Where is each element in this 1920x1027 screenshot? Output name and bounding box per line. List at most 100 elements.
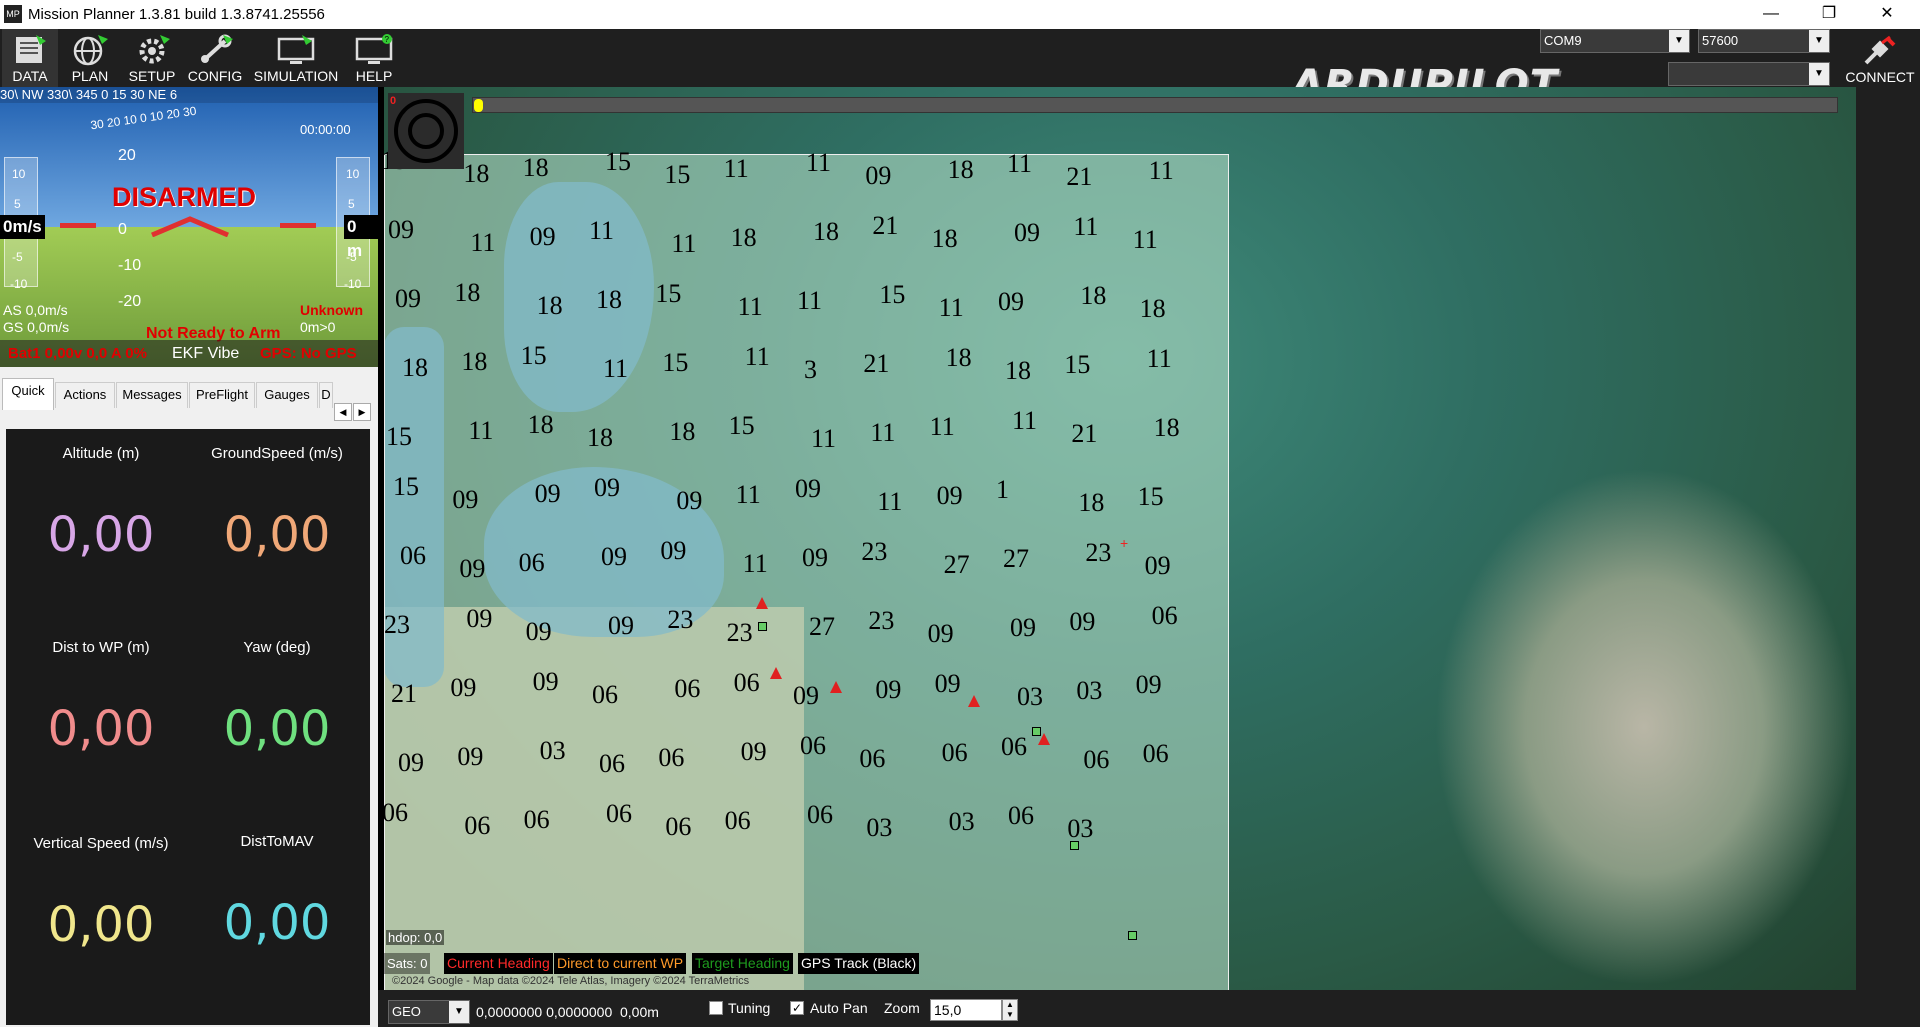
waypoint-marker[interactable] — [756, 597, 768, 609]
target-marker[interactable] — [1128, 931, 1137, 940]
depth-label: 18 — [536, 291, 563, 320]
depth-label: 23 — [667, 605, 694, 634]
coord-mode-value: GEO — [392, 1004, 421, 1019]
minimize-button[interactable]: — — [1742, 0, 1800, 29]
chevron-down-icon: ▼ — [1809, 30, 1829, 52]
depth-label: 21 — [872, 211, 899, 240]
port-value: COM9 — [1544, 33, 1582, 48]
compass-widget — [388, 93, 464, 169]
help-button[interactable]: ? HELP — [346, 29, 402, 87]
depth-label: 09 — [466, 604, 493, 633]
tab-quick[interactable]: Quick — [2, 378, 54, 410]
depth-label: 11 — [742, 549, 768, 578]
depth-label: 11 — [811, 424, 837, 453]
map-time-slider-knob[interactable] — [474, 99, 483, 112]
plan-button[interactable]: PLAN — [60, 29, 120, 87]
tab-more[interactable]: D — [319, 382, 333, 408]
depth-label: 11 — [671, 229, 697, 258]
tab-actions[interactable]: Actions — [55, 382, 115, 408]
depth-label: 18 — [1005, 356, 1031, 385]
setup-button[interactable]: SETUP — [122, 29, 182, 87]
setup-label: SETUP — [128, 68, 176, 84]
waypoint-marker[interactable] — [968, 695, 980, 707]
legend-direct-to-wp: Direct to current WP — [554, 953, 687, 974]
restore-button[interactable]: ❐ — [1800, 0, 1858, 29]
map-copyright: ©2024 Google - Map data ©2024 Tele Atlas… — [392, 975, 750, 987]
depth-label: 06 — [523, 805, 550, 834]
data-button[interactable]: DATA — [2, 29, 58, 87]
port-select[interactable]: COM9 ▼ — [1540, 29, 1690, 53]
coord-mode-select[interactable]: GEO ▼ — [388, 1000, 470, 1024]
depth-label: 23 — [384, 610, 410, 639]
altitude-value[interactable]: 0,00 — [10, 507, 192, 563]
waypoint-marker[interactable] — [770, 667, 782, 679]
depth-label: 09 — [532, 667, 559, 696]
ekf-vibe-text[interactable]: EKF Vibe — [172, 345, 239, 363]
target-marker[interactable] — [1032, 727, 1041, 736]
depth-label: 09 — [927, 619, 954, 648]
speed-tape-minus10: -10 — [10, 277, 28, 291]
autopan-checkbox[interactable]: ✓ — [790, 1001, 804, 1015]
connect-button[interactable]: CONNECT — [1840, 33, 1920, 87]
depth-label: 11 — [735, 480, 761, 509]
altitude-label: Altitude (m) — [62, 445, 140, 462]
depth-label: 21 — [1066, 162, 1093, 191]
data-tabs: Quick Actions Messages PreFlight Gauges … — [0, 367, 378, 425]
legend-gps-track: GPS Track (Black) — [798, 953, 920, 974]
depth-label: 09 — [865, 161, 892, 190]
dist-to-mav-value[interactable]: 0,00 — [186, 895, 368, 951]
depth-label: 18 — [947, 155, 974, 184]
groundspeed-label: GroundSpeed (m/s) — [211, 445, 343, 462]
target-marker[interactable] — [758, 622, 767, 631]
baud-select[interactable]: 57600 ▼ — [1698, 29, 1830, 53]
waypoint-marker[interactable] — [830, 681, 842, 693]
depth-label: 06 — [941, 738, 968, 767]
map-time-slider[interactable] — [472, 97, 1838, 113]
depth-label: 09 — [457, 742, 484, 771]
depth-label: 09 — [1010, 613, 1036, 642]
vertical-speed-label: Vertical Speed (m/s) — [33, 835, 169, 852]
title-bar: MP Mission Planner 1.3.81 build 1.3.8741… — [0, 0, 1920, 29]
depth-label: 09 — [793, 681, 819, 710]
tab-scroll-left-icon[interactable]: ◀ — [334, 403, 352, 421]
plan-label: PLAN — [71, 68, 109, 84]
zoom-input[interactable]: 15,0 — [930, 999, 1002, 1021]
depth-label: 15 — [662, 348, 689, 377]
depth-label: 23 — [1085, 538, 1112, 567]
zoom-stepper-icon[interactable]: ▲ ▼ — [1002, 999, 1018, 1021]
depth-label: 11 — [468, 416, 494, 445]
tuning-checkbox[interactable] — [709, 1001, 723, 1015]
simulation-button[interactable]: SIMULATION — [250, 29, 342, 87]
depth-label: 23 — [868, 606, 895, 635]
depth-label: 11 — [723, 154, 749, 183]
depth-label: 18 — [461, 347, 488, 376]
depth-label: 09 — [388, 215, 414, 244]
dist-to-wp-value[interactable]: 0,00 — [10, 701, 192, 757]
monitor-plane-icon — [277, 35, 315, 64]
depth-label: 15 — [879, 280, 906, 309]
depth-label: 09 — [1014, 218, 1040, 247]
tab-messages[interactable]: Messages — [116, 382, 188, 408]
tab-preflight[interactable]: PreFlight — [189, 382, 255, 408]
map-city-area — [1434, 467, 1854, 987]
tab-gauges[interactable]: Gauges — [256, 382, 318, 408]
depth-label: 11 — [938, 293, 964, 322]
depth-label: 06 — [384, 798, 408, 827]
groundspeed-value[interactable]: 0,00 — [186, 507, 368, 563]
depth-label: 09 — [450, 673, 477, 702]
config-button[interactable]: CONFIG — [184, 29, 246, 87]
depth-label: 09 — [934, 669, 961, 698]
map-view[interactable]: 15 18 18 15 15 11 11 09 18 11 21 11 09 11 09 11 11 18 18 21… — [384, 87, 1856, 990]
yaw-value[interactable]: 0,00 — [186, 701, 368, 757]
depth-label: 09 — [1144, 551, 1171, 580]
depth-label: 11 — [1012, 406, 1038, 435]
compass-icon — [394, 99, 458, 163]
horizon-left — [60, 223, 96, 228]
tab-scroll-right-icon[interactable]: ▶ — [353, 403, 371, 421]
depth-label: 15 — [728, 411, 755, 440]
target-marker[interactable] — [1070, 841, 1079, 850]
link-select[interactable]: ▼ — [1668, 62, 1830, 86]
depth-label: 18 — [730, 223, 757, 252]
close-button[interactable]: ✕ — [1858, 0, 1916, 29]
vertical-speed-value[interactable]: 0,00 — [10, 897, 192, 953]
